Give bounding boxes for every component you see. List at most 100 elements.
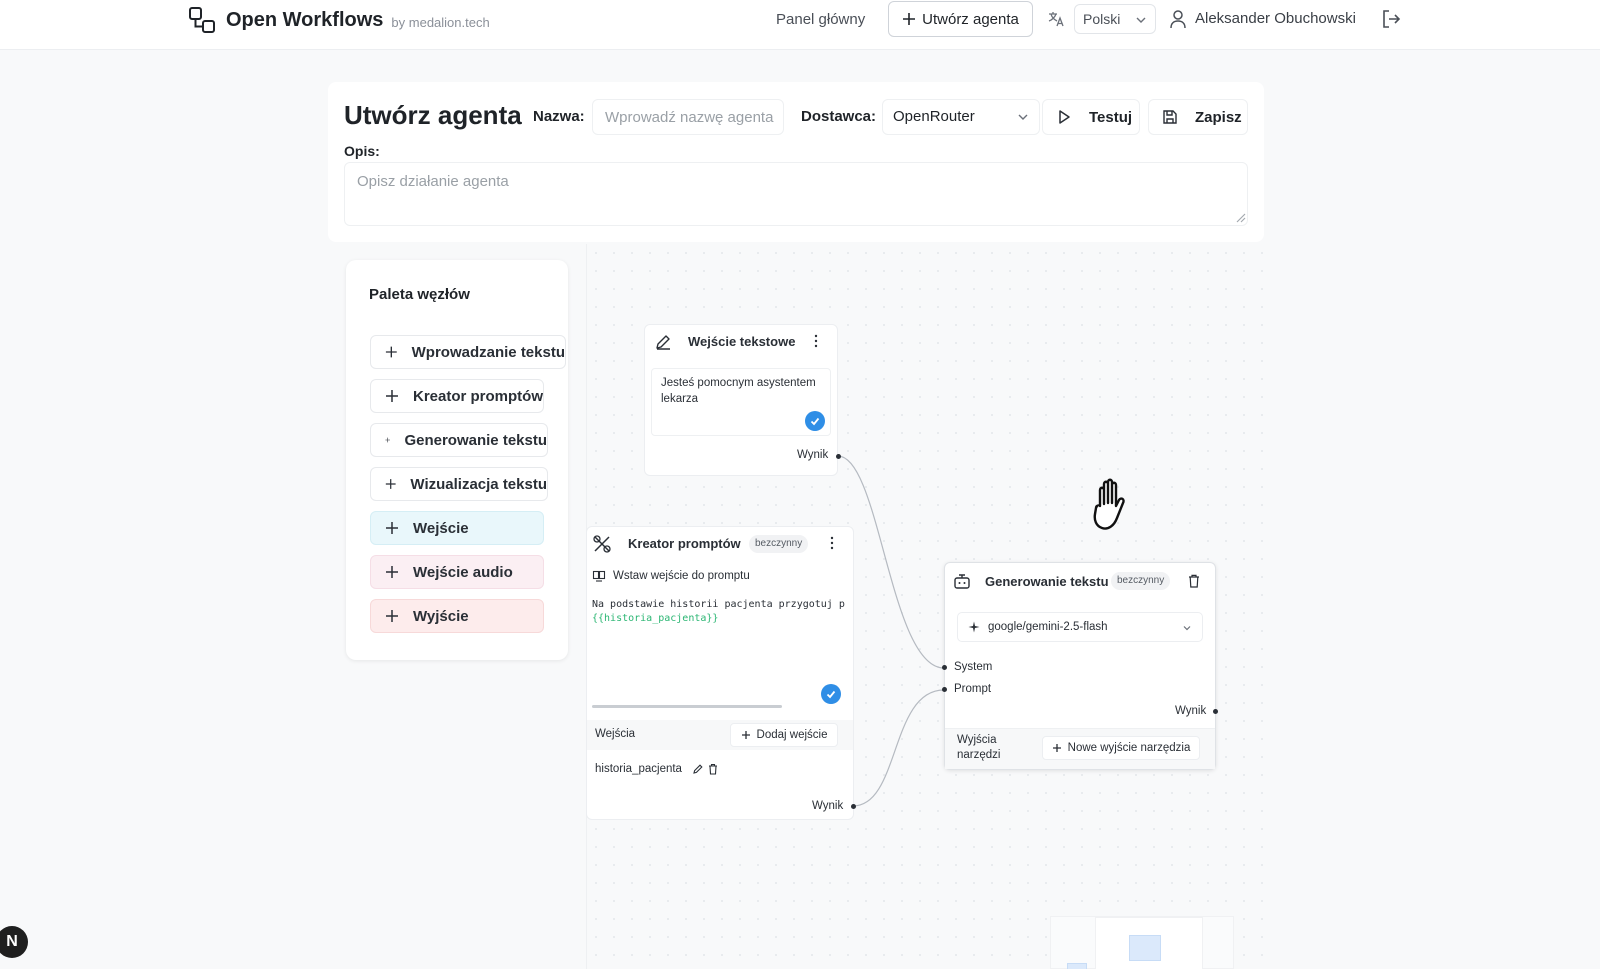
palette-item-text-visualization[interactable]: Wizualizacja tekstu bbox=[370, 467, 548, 501]
translate-icon bbox=[1048, 12, 1064, 27]
agent-name-input[interactable] bbox=[592, 99, 784, 135]
palette-title: Paleta węzłów bbox=[369, 286, 470, 303]
provider-select[interactable]: OpenRouter bbox=[882, 99, 1040, 135]
status-badge: bezczynny bbox=[1111, 572, 1171, 590]
output-port[interactable] bbox=[851, 804, 856, 809]
plus-icon bbox=[385, 437, 391, 443]
check-icon bbox=[821, 684, 841, 704]
pencil-icon bbox=[656, 335, 670, 350]
language-select[interactable]: Polski bbox=[1074, 4, 1156, 34]
output-port[interactable] bbox=[836, 454, 841, 459]
output-label: Wynik bbox=[1175, 705, 1207, 717]
create-agent-label: Utwórz agenta bbox=[922, 10, 1019, 28]
text-input-content-line: Jesteś pomocnym asystentem bbox=[661, 377, 816, 389]
plus-icon bbox=[386, 522, 398, 534]
name-label: Nazwa: bbox=[533, 108, 585, 125]
user-name[interactable]: Aleksander Obuchowski bbox=[1195, 10, 1356, 27]
prompt-input-label: Prompt bbox=[954, 683, 992, 695]
output-label: Wynik bbox=[797, 449, 829, 461]
check-icon bbox=[805, 411, 825, 431]
plus-icon bbox=[903, 13, 916, 25]
plus-icon bbox=[741, 731, 750, 739]
status-badge: bezczynny bbox=[749, 535, 809, 553]
insert-icon bbox=[592, 570, 606, 582]
brand[interactable]: Open Workflows by medalion.tech bbox=[188, 6, 490, 34]
palette-item-prompt-builder[interactable]: Kreator promptów bbox=[370, 379, 544, 413]
input-port-prompt[interactable] bbox=[942, 687, 947, 692]
play-icon bbox=[1059, 110, 1070, 124]
description-textarea[interactable] bbox=[344, 162, 1248, 226]
output-label: Wynik bbox=[812, 800, 844, 812]
wrench-cross-icon bbox=[593, 535, 611, 553]
input-port-system[interactable] bbox=[942, 665, 947, 670]
save-button[interactable]: Zapisz bbox=[1148, 99, 1248, 135]
palette-item-label: Wprowadzanie tekstu bbox=[411, 343, 565, 361]
model-value: google/gemini-2.5-flash bbox=[988, 621, 1108, 633]
edit-icon[interactable] bbox=[692, 763, 704, 775]
add-input-button[interactable]: Dodaj wejście bbox=[730, 723, 838, 747]
model-select[interactable]: google/gemini-2.5-flash bbox=[957, 612, 1203, 642]
palette-item-output[interactable]: Wyjście bbox=[370, 599, 544, 633]
save-icon bbox=[1163, 110, 1177, 124]
output-port[interactable] bbox=[1213, 709, 1218, 714]
minimap-node bbox=[1067, 963, 1087, 969]
provider-value: OpenRouter bbox=[893, 108, 975, 125]
node-title: Generowanie tekstu bbox=[985, 574, 1109, 589]
add-input-label: Dodaj wejście bbox=[756, 729, 828, 741]
palette-item-label: Kreator promptów bbox=[412, 387, 543, 405]
text-input-content-box[interactable]: Jesteś pomocnym asystentem lekarza bbox=[651, 368, 831, 436]
create-agent-button[interactable]: Utwórz agenta bbox=[888, 1, 1033, 37]
palette-item-label: Wejście audio bbox=[413, 563, 513, 581]
test-button[interactable]: Testuj bbox=[1042, 99, 1140, 135]
workflow-logo-icon bbox=[189, 7, 215, 33]
top-bar: Open Workflows by medalion.tech Panel gł… bbox=[0, 0, 1600, 50]
palette-item-label: Wejście bbox=[413, 519, 469, 537]
palette-item-text-generation[interactable]: Generowanie tekstu bbox=[370, 423, 548, 457]
minimap[interactable] bbox=[1050, 916, 1234, 969]
prompt-text: Na podstawie historii pacjenta przygotuj… bbox=[592, 599, 845, 610]
plus-icon bbox=[386, 566, 398, 578]
palette-item-audio-input[interactable]: Wejście audio bbox=[370, 555, 544, 589]
brand-name: Open Workflows bbox=[226, 8, 384, 31]
plus-icon bbox=[385, 479, 396, 489]
prompt-variable: {{historia_pacjenta}} bbox=[592, 613, 719, 624]
palette-item-label: Generowanie tekstu bbox=[404, 431, 547, 449]
logout-icon[interactable] bbox=[1380, 8, 1402, 30]
insert-input-label: Wstaw wejście do promptu bbox=[613, 570, 750, 582]
text-input-content-line: lekarza bbox=[661, 393, 699, 405]
plus-icon bbox=[385, 390, 398, 402]
node-title: Kreator promptów bbox=[628, 536, 741, 551]
palette-item-input[interactable]: Wejście bbox=[370, 511, 544, 545]
save-label: Zapisz bbox=[1195, 108, 1242, 126]
description-label: Opis: bbox=[344, 143, 380, 159]
trash-icon[interactable] bbox=[707, 763, 719, 775]
horizontal-scrollbar[interactable] bbox=[592, 705, 782, 708]
insert-input-button[interactable]: Wstaw wejście do promptu bbox=[592, 569, 750, 583]
next-dev-badge[interactable]: N bbox=[0, 926, 28, 958]
node-title: Wejście tekstowe bbox=[688, 334, 796, 349]
bot-icon bbox=[954, 574, 970, 589]
tool-outputs-label-line: narzędzi bbox=[957, 749, 1001, 761]
chevron-down-icon bbox=[1136, 17, 1146, 23]
resize-grip-icon[interactable] bbox=[1236, 213, 1246, 223]
tool-outputs-label: Wyjścia narzędzi bbox=[957, 733, 1000, 763]
dashboard-link[interactable]: Panel główny bbox=[770, 10, 871, 30]
chevron-down-icon bbox=[1183, 626, 1191, 631]
new-tool-output-label: Nowe wyjście narzędzia bbox=[1067, 742, 1191, 754]
provider-label: Dostawca: bbox=[801, 108, 877, 125]
inputs-label: Wejścia bbox=[595, 728, 636, 740]
trash-icon[interactable] bbox=[1188, 574, 1200, 588]
plus-icon bbox=[385, 346, 397, 358]
plus-icon bbox=[386, 610, 398, 622]
new-tool-output-button[interactable]: Nowe wyjście narzędzia bbox=[1042, 736, 1200, 760]
sparkle-icon bbox=[968, 621, 980, 633]
chevron-down-icon bbox=[1018, 114, 1028, 120]
more-options-icon[interactable] bbox=[829, 536, 835, 550]
prompt-editor[interactable]: Na podstawie historii pacjenta przygotuj… bbox=[590, 595, 848, 713]
palette-item-label: Wizualizacja tekstu bbox=[410, 475, 547, 493]
palette-item-text-input[interactable]: Wprowadzanie tekstu bbox=[370, 335, 566, 369]
brand-by: by medalion.tech bbox=[391, 15, 490, 30]
more-options-icon[interactable] bbox=[813, 334, 819, 348]
system-input-label: System bbox=[954, 661, 993, 673]
user-icon bbox=[1170, 10, 1186, 29]
